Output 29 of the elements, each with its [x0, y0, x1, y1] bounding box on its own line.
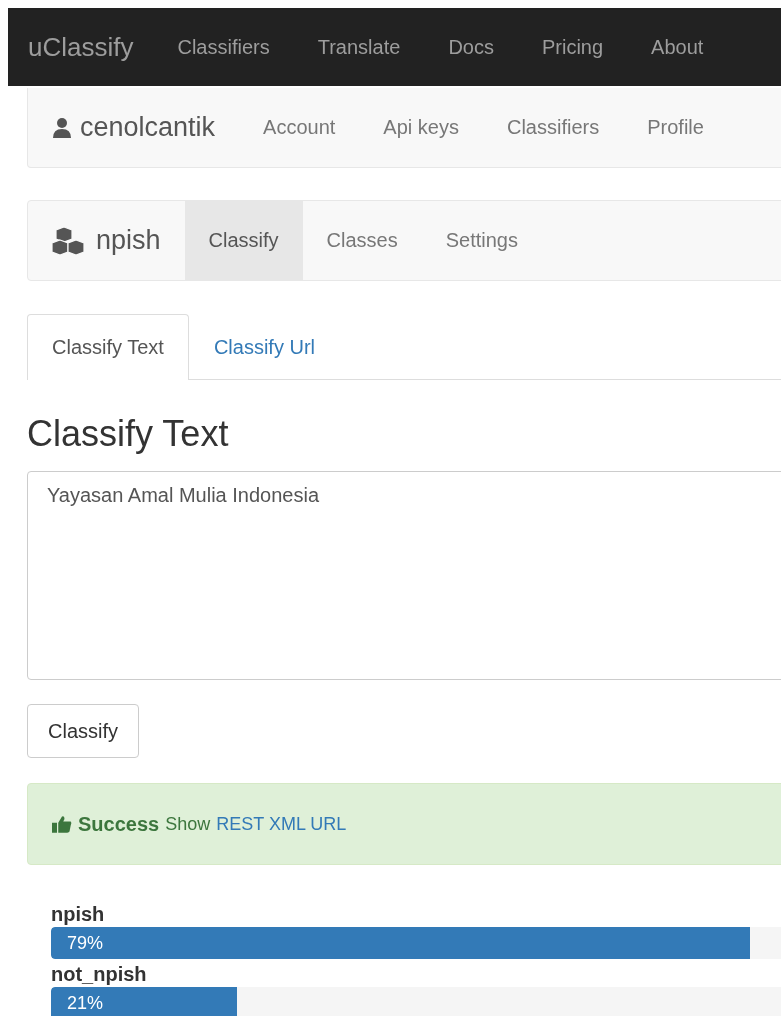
- percentage-label: 21%: [66, 992, 104, 1014]
- nav-link[interactable]: Translate: [293, 35, 425, 59]
- rest-url-link[interactable]: REST XML URL: [216, 813, 347, 835]
- classify-button[interactable]: Classify: [27, 704, 139, 758]
- text-input-field[interactable]: Yayasan Amal Mulia Indonesia: [27, 471, 781, 680]
- nav-link[interactable]: Classes: [302, 201, 422, 280]
- class-name: not_npish: [51, 962, 148, 987]
- user-icon: [52, 116, 72, 139]
- username: cenolcantik: [80, 112, 216, 143]
- section-heading: Classify Text: [27, 414, 229, 454]
- nav-link[interactable]: Profile: [623, 88, 728, 167]
- percentage-label: 79%: [66, 932, 104, 954]
- alert-text: Show: [165, 813, 211, 835]
- nav-link[interactable]: Settings: [421, 201, 542, 280]
- thumbs-up-icon: [52, 815, 72, 833]
- nav-link[interactable]: Classifiers: [482, 88, 624, 167]
- nav-link[interactable]: Classify: [184, 201, 303, 280]
- nav-link[interactable]: Account: [239, 88, 360, 167]
- tab[interactable]: Classify Url: [188, 314, 340, 380]
- class-name: npish: [51, 902, 106, 927]
- brand-link[interactable]: uClassify: [8, 31, 154, 63]
- nav-link[interactable]: Api keys: [359, 88, 483, 167]
- nav-link[interactable]: About: [627, 35, 728, 59]
- nav-link[interactable]: Pricing: [517, 35, 628, 59]
- classifier-name: npish: [96, 225, 161, 256]
- alert-title: Success: [78, 812, 160, 836]
- nav-link[interactable]: Docs: [424, 35, 518, 59]
- tab[interactable]: Classify Text: [27, 314, 189, 380]
- nav-link[interactable]: Classifiers: [153, 35, 294, 59]
